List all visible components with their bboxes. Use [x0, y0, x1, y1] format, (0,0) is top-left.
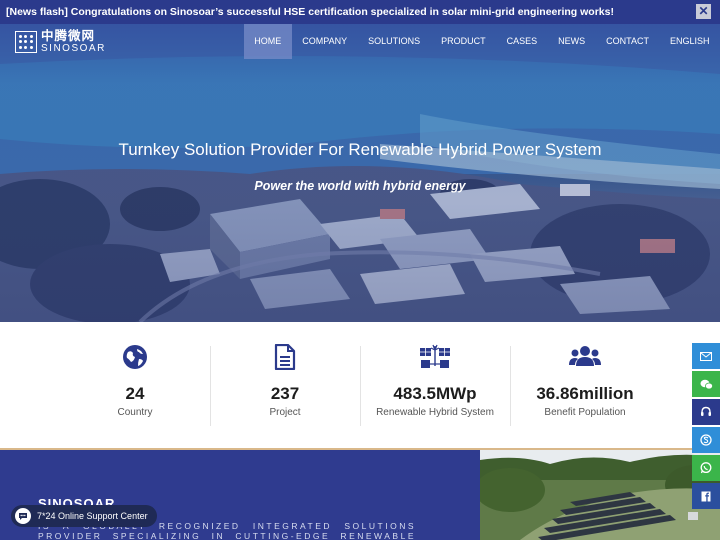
skype-icon	[700, 434, 712, 446]
headset-icon	[701, 406, 711, 416]
whatsapp-button[interactable]	[692, 455, 720, 481]
stat-hybrid-system: 483.5MWp Renewable Hybrid System	[360, 322, 510, 448]
hero-title: Turnkey Solution Provider For Renewable …	[118, 140, 602, 159]
logo-mark-icon	[15, 31, 37, 53]
globe-icon	[123, 345, 147, 369]
document-icon	[274, 344, 296, 370]
solar-farm-image	[480, 450, 720, 540]
stat-hybrid-system-value: 483.5MWp	[393, 384, 477, 403]
main-navigation: HOME COMPANY SOLUTIONS PRODUCT CASES NEW…	[243, 24, 720, 59]
hero-subtitle: Power the world with hybrid energy	[254, 179, 466, 193]
wechat-button[interactable]	[692, 371, 720, 397]
hybrid-system-icon	[420, 344, 450, 368]
stat-benefit-population-value: 36.86million	[536, 384, 634, 403]
logo-text: 中腾微网 SINOSOAR	[41, 30, 106, 54]
online-support-button[interactable]: 7*24 Online Support Center	[11, 505, 157, 527]
nav-contact[interactable]: CONTACT	[596, 24, 660, 59]
nav-product[interactable]: PRODUCT	[431, 24, 497, 59]
stat-project-value: 237	[270, 384, 300, 403]
stat-project-label: Project	[269, 407, 301, 418]
floating-contact-bar	[692, 343, 720, 511]
hero-banner: Turnkey Solution Provider For Renewable …	[0, 24, 720, 322]
stat-benefit-population-label: Benefit Population	[544, 407, 626, 418]
online-support-label: 7*24 Online Support Center	[37, 511, 148, 521]
sinosoar-logo[interactable]: 中腾微网 SINOSOAR	[15, 30, 106, 54]
nav-language-english[interactable]: ENGLISH	[659, 24, 720, 59]
stat-benefit-population: 36.86million Benefit Population	[510, 322, 660, 448]
stat-country-label: Country	[117, 407, 153, 418]
chat-icon	[15, 508, 31, 524]
nav-home[interactable]: HOME	[243, 24, 292, 59]
facebook-icon	[701, 491, 711, 501]
hero-overlay	[0, 24, 720, 322]
stat-project: 237 Project	[210, 322, 360, 448]
logo-chinese-name: 中腾微网	[41, 29, 96, 44]
email-icon	[700, 351, 712, 361]
statistics-section: 24 Country 237 Project 483.5MWp Renewabl…	[0, 322, 720, 450]
stat-country: 24 Country	[60, 322, 210, 448]
close-icon[interactable]: ✕	[696, 4, 711, 19]
nav-solutions[interactable]: SOLUTIONS	[358, 24, 431, 59]
solar-farm-photo	[480, 450, 720, 540]
stat-country-value: 24	[125, 384, 145, 403]
users-icon	[569, 346, 601, 366]
wechat-icon	[700, 379, 713, 389]
news-flash-bar: [News flash] Congratulations on Sinosoar…	[0, 0, 720, 24]
news-flash-text[interactable]: [News flash] Congratulations on Sinosoar…	[6, 6, 614, 18]
nav-news[interactable]: NEWS	[548, 24, 596, 59]
customer-service-button[interactable]	[692, 399, 720, 425]
whatsapp-icon	[700, 462, 712, 474]
nav-company[interactable]: COMPANY	[292, 24, 358, 59]
facebook-button[interactable]	[692, 483, 720, 509]
nav-cases[interactable]: CASES	[496, 24, 548, 59]
logo-english-name: SINOSOAR	[41, 42, 106, 54]
stat-hybrid-system-label: Renewable Hybrid System	[376, 407, 494, 418]
email-button[interactable]	[692, 343, 720, 369]
skype-button[interactable]	[692, 427, 720, 453]
